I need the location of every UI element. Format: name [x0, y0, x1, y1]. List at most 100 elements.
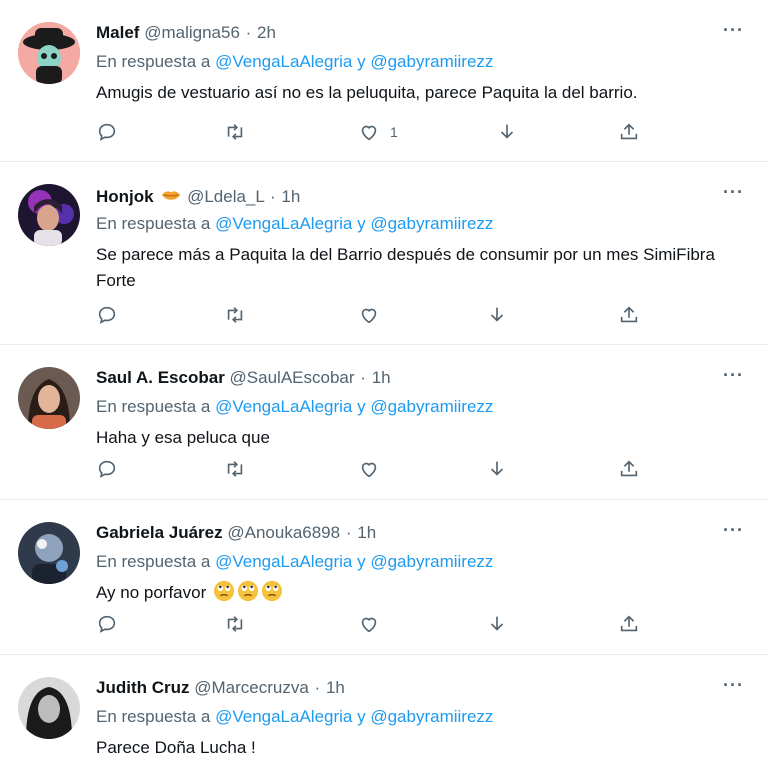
author-name[interactable]: Judith Cruz	[96, 678, 190, 697]
like-button[interactable]	[358, 611, 380, 637]
author-name[interactable]: Gabriela Juárez	[96, 523, 223, 542]
share-button[interactable]	[618, 456, 640, 482]
like-button[interactable]	[358, 456, 380, 482]
author-name[interactable]: Honjok	[96, 187, 154, 206]
eye-roll-emoji-icon	[261, 580, 283, 602]
separator-dot: ·	[245, 23, 252, 42]
reply-text: Se parece más a Paquita la del Barrio de…	[96, 245, 715, 290]
mention-link[interactable]: @gabyramiirezz	[370, 52, 493, 71]
reply-header: Honjok @Ldela_L · 1h	[96, 184, 300, 208]
download-button[interactable]	[486, 611, 508, 637]
retweet-icon	[227, 307, 243, 323]
action-bar	[96, 456, 656, 482]
more-icon[interactable]: ···	[723, 182, 744, 203]
more-icon[interactable]: ···	[723, 20, 744, 41]
eye-roll-emoji-icon	[237, 580, 259, 602]
mention-conjunction: y	[352, 397, 371, 416]
reply-item[interactable]: Saul A. Escobar @SaulAEscobar · 1h ··· E…	[0, 345, 768, 500]
mention-conjunction: y	[352, 214, 371, 233]
replying-prefix: En respuesta a	[96, 552, 216, 571]
avatar[interactable]	[18, 367, 80, 429]
separator-dot: ·	[269, 187, 276, 206]
download-button[interactable]	[486, 302, 508, 328]
timestamp[interactable]: 2h	[257, 23, 276, 42]
mention-link[interactable]: @VengaLaAlegria	[215, 552, 352, 571]
timestamp[interactable]: 1h	[372, 368, 391, 387]
mention-conjunction: y	[352, 707, 371, 726]
share-button[interactable]	[618, 611, 640, 637]
replying-to: En respuesta a @VengaLaAlegria y @gabyra…	[96, 707, 493, 727]
retweet-icon	[227, 616, 243, 632]
retweet-button[interactable]	[224, 302, 246, 328]
like-icon	[361, 125, 377, 141]
download-button[interactable]	[486, 456, 508, 482]
retweet-button[interactable]	[224, 456, 246, 482]
retweet-button[interactable]	[224, 611, 246, 637]
avatar[interactable]	[18, 184, 80, 246]
replying-to: En respuesta a @VengaLaAlegria y @gabyra…	[96, 397, 493, 417]
reply-item[interactable]: Malef @maligna56 · 2h ··· En respuesta a…	[0, 0, 768, 162]
mention-conjunction: y	[352, 52, 371, 71]
avatar[interactable]	[18, 22, 80, 84]
action-bar: 1	[96, 119, 656, 145]
more-icon[interactable]: ···	[723, 675, 744, 696]
reply-header: Saul A. Escobar @SaulAEscobar · 1h	[96, 367, 391, 389]
like-button[interactable]	[358, 302, 380, 328]
share-button[interactable]	[618, 119, 640, 145]
replying-to: En respuesta a @VengaLaAlegria y @gabyra…	[96, 552, 493, 572]
like-icon	[361, 462, 377, 478]
author-handle[interactable]: @maligna56	[144, 23, 240, 42]
download-icon	[490, 461, 504, 476]
reply-button[interactable]	[96, 302, 118, 328]
mention-link[interactable]: @gabyramiirezz	[370, 397, 493, 416]
author-name[interactable]: Saul A. Escobar	[96, 368, 225, 387]
reply-header: Judith Cruz @Marcecruzva · 1h	[96, 677, 345, 699]
author-handle[interactable]: @SaulAEscobar	[230, 368, 355, 387]
reply-text: Ay no porfavor	[96, 580, 736, 606]
reply-button[interactable]	[96, 456, 118, 482]
replying-prefix: En respuesta a	[96, 214, 216, 233]
mention-link[interactable]: @VengaLaAlegria	[215, 707, 352, 726]
author-name[interactable]: Malef	[96, 23, 139, 42]
reply-icon	[98, 615, 116, 633]
reply-item[interactable]: Honjok @Ldela_L · 1h ··· En respuesta a …	[0, 162, 768, 345]
reply-item[interactable]: Judith Cruz @Marcecruzva · 1h ··· En res…	[0, 655, 768, 757]
share-icon	[620, 615, 638, 632]
action-bar	[96, 302, 656, 328]
separator-dot: ·	[360, 368, 366, 387]
timestamp[interactable]: 1h	[326, 678, 345, 697]
like-button[interactable]: 1	[358, 119, 398, 145]
reply-button[interactable]	[96, 119, 118, 145]
separator-dot: ·	[345, 523, 352, 542]
mention-link[interactable]: @gabyramiirezz	[370, 214, 493, 233]
avatar[interactable]	[18, 522, 80, 584]
author-handle[interactable]: @Anouka6898	[227, 523, 340, 542]
download-button[interactable]	[496, 119, 518, 145]
timestamp[interactable]: 1h	[357, 523, 376, 542]
avatar[interactable]	[18, 677, 80, 739]
reply-text: Haha y esa peluca que	[96, 428, 270, 447]
more-icon[interactable]: ···	[723, 520, 744, 541]
mention-link[interactable]: @gabyramiirezz	[370, 552, 493, 571]
reply-item[interactable]: Gabriela Juárez @Anouka6898 · 1h ··· En …	[0, 500, 768, 655]
download-icon	[500, 124, 514, 139]
eye-roll-emoji-icon	[213, 580, 235, 602]
retweet-icon	[227, 124, 243, 140]
replying-to: En respuesta a @VengaLaAlegria y @gabyra…	[96, 214, 493, 234]
author-handle[interactable]: @Marcecruzva	[194, 678, 309, 697]
more-icon[interactable]: ···	[723, 365, 744, 386]
mention-link[interactable]: @VengaLaAlegria	[215, 397, 352, 416]
author-handle[interactable]: @Ldela_L	[187, 187, 264, 206]
reply-button[interactable]	[96, 611, 118, 637]
mention-conjunction: y	[352, 552, 371, 571]
share-button[interactable]	[618, 302, 640, 328]
retweet-icon	[227, 461, 243, 477]
reply-header: Malef @maligna56 · 2h	[96, 22, 276, 44]
mention-link[interactable]: @VengaLaAlegria	[215, 214, 352, 233]
retweet-button[interactable]	[224, 119, 246, 145]
share-icon	[620, 460, 638, 477]
replying-prefix: En respuesta a	[96, 52, 216, 71]
mention-link[interactable]: @VengaLaAlegria	[215, 52, 352, 71]
timestamp[interactable]: 1h	[281, 187, 300, 206]
mention-link[interactable]: @gabyramiirezz	[370, 707, 493, 726]
